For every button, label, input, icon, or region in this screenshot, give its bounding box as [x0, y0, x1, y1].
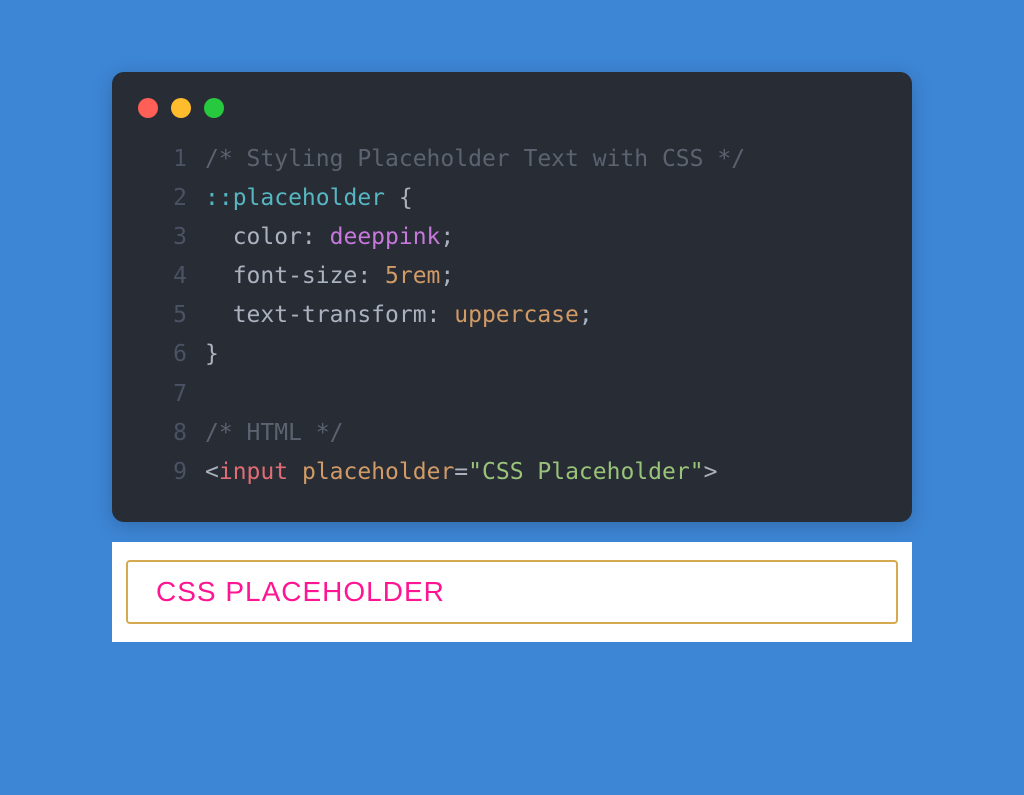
demo-placeholder-input[interactable]: [126, 560, 898, 624]
code-token: deeppink: [330, 218, 441, 257]
code-token: 5rem: [385, 257, 440, 296]
window-controls: [112, 92, 912, 140]
code-token: /* HTML */: [205, 414, 343, 453]
code-token: ;: [440, 218, 454, 257]
code-token: ::placeholder: [205, 179, 385, 218]
line-number: 5: [157, 296, 187, 335]
code-line: 4 font-size: 5rem;: [157, 257, 912, 296]
code-token: uppercase: [454, 296, 579, 335]
line-number: 2: [157, 179, 187, 218]
code-line: 1 /* Styling Placeholder Text with CSS */: [157, 140, 912, 179]
code-token: ;: [440, 257, 454, 296]
code-token: placeholder: [302, 453, 454, 492]
line-number: 8: [157, 414, 187, 453]
code-token: "CSS Placeholder": [468, 453, 703, 492]
close-icon[interactable]: [138, 98, 158, 118]
line-number: 3: [157, 218, 187, 257]
line-number: 4: [157, 257, 187, 296]
minimize-icon[interactable]: [171, 98, 191, 118]
line-number: 6: [157, 335, 187, 374]
code-token: <: [205, 453, 219, 492]
line-number: 7: [157, 375, 187, 414]
code-line: 7: [157, 375, 912, 414]
code-token: {: [385, 179, 413, 218]
code-token: ;: [579, 296, 593, 335]
code-line: 5 text-transform: uppercase;: [157, 296, 912, 335]
code-line: 8 /* HTML */: [157, 414, 912, 453]
code-token: input: [219, 453, 288, 492]
code-token: [288, 453, 302, 492]
code-token: color:: [205, 218, 330, 257]
code-body: 1 /* Styling Placeholder Text with CSS */…: [112, 140, 912, 492]
code-line: 6}: [157, 335, 912, 374]
code-token: =: [454, 453, 468, 492]
maximize-icon[interactable]: [204, 98, 224, 118]
code-line: 3 color: deeppink;: [157, 218, 912, 257]
code-token: /* Styling Placeholder Text with CSS */: [205, 140, 745, 179]
code-token: text-transform:: [205, 296, 454, 335]
line-number: 1: [157, 140, 187, 179]
code-token: >: [704, 453, 718, 492]
code-editor-window: 1 /* Styling Placeholder Text with CSS */…: [112, 72, 912, 522]
code-token: }: [205, 335, 219, 374]
code-token: font-size:: [205, 257, 385, 296]
code-line: 9 <input placeholder="CSS Placeholder">: [157, 453, 912, 492]
output-panel: [112, 542, 912, 642]
line-number: 9: [157, 453, 187, 492]
code-line: 2::placeholder {: [157, 179, 912, 218]
